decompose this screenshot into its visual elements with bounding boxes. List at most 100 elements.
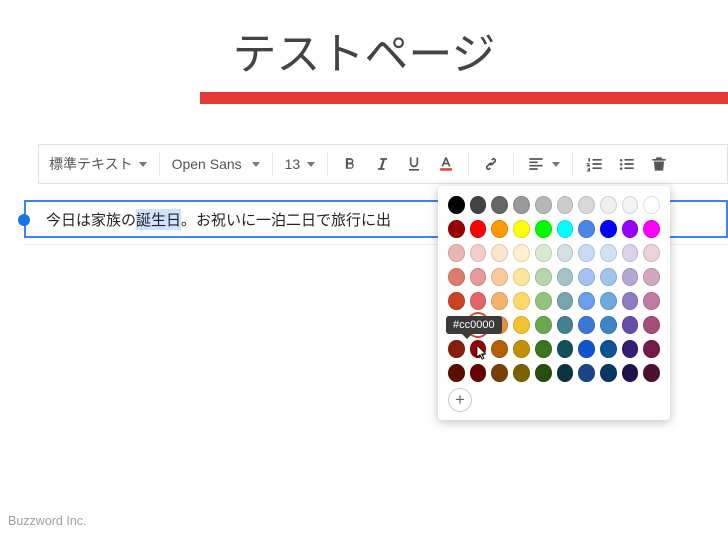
color-swatch[interactable]	[557, 292, 574, 310]
color-swatch[interactable]	[643, 220, 660, 238]
color-swatch[interactable]	[600, 292, 617, 310]
align-dropdown[interactable]	[520, 149, 566, 179]
color-swatch[interactable]	[513, 244, 530, 262]
color-swatch[interactable]	[491, 244, 508, 262]
numbered-list-button[interactable]	[579, 149, 611, 179]
color-swatch[interactable]	[557, 196, 574, 214]
color-swatch[interactable]	[470, 220, 487, 238]
color-swatch[interactable]	[643, 316, 660, 334]
color-swatch[interactable]	[622, 364, 639, 382]
color-swatch[interactable]	[470, 340, 487, 358]
color-tooltip: #cc0000	[446, 316, 502, 334]
color-swatch[interactable]	[448, 292, 465, 310]
color-swatch[interactable]	[535, 244, 552, 262]
color-swatch[interactable]	[578, 292, 595, 310]
color-swatch[interactable]	[491, 196, 508, 214]
style-dropdown[interactable]: 標準テキスト	[43, 149, 153, 179]
color-swatch[interactable]	[600, 244, 617, 262]
color-swatch[interactable]	[491, 220, 508, 238]
style-label: 標準テキスト	[49, 154, 133, 174]
bulleted-list-button[interactable]	[611, 149, 643, 179]
color-swatch[interactable]	[557, 316, 574, 334]
color-swatch[interactable]	[622, 268, 639, 286]
color-swatch[interactable]	[491, 364, 508, 382]
color-swatch[interactable]	[578, 220, 595, 238]
color-swatch[interactable]	[557, 268, 574, 286]
size-dropdown[interactable]: 13	[279, 149, 321, 179]
add-custom-color-button[interactable]: +	[448, 388, 472, 412]
plus-icon: +	[455, 390, 465, 410]
color-swatch[interactable]	[491, 268, 508, 286]
color-swatch[interactable]	[578, 316, 595, 334]
color-swatch[interactable]	[491, 292, 508, 310]
color-swatch[interactable]	[470, 244, 487, 262]
link-button[interactable]	[475, 149, 507, 179]
color-swatch[interactable]	[578, 244, 595, 262]
color-swatch[interactable]	[578, 268, 595, 286]
color-swatch[interactable]	[470, 364, 487, 382]
color-swatch[interactable]	[513, 364, 530, 382]
color-swatch[interactable]	[491, 340, 508, 358]
color-swatch[interactable]	[578, 196, 595, 214]
color-swatch[interactable]	[513, 220, 530, 238]
bulleted-list-icon	[617, 154, 637, 174]
color-swatch[interactable]	[557, 220, 574, 238]
color-swatch[interactable]	[622, 220, 639, 238]
color-swatch[interactable]	[535, 292, 552, 310]
color-swatch[interactable]	[448, 340, 465, 358]
color-swatch[interactable]	[622, 340, 639, 358]
color-swatch[interactable]	[643, 268, 660, 286]
color-swatch[interactable]	[535, 364, 552, 382]
color-swatch[interactable]	[643, 340, 660, 358]
color-swatch[interactable]	[643, 364, 660, 382]
color-swatch[interactable]	[600, 316, 617, 334]
color-swatch[interactable]	[470, 268, 487, 286]
color-swatch[interactable]	[535, 220, 552, 238]
color-swatch[interactable]	[535, 268, 552, 286]
color-swatch[interactable]	[622, 316, 639, 334]
color-swatch[interactable]	[622, 196, 639, 214]
color-swatch[interactable]	[578, 364, 595, 382]
color-swatch[interactable]	[557, 340, 574, 358]
color-swatch[interactable]	[578, 340, 595, 358]
color-swatch[interactable]	[622, 292, 639, 310]
color-swatch[interactable]	[600, 268, 617, 286]
color-swatch[interactable]	[600, 364, 617, 382]
font-dropdown[interactable]: Open Sans	[166, 149, 266, 179]
block-handle[interactable]	[18, 214, 30, 226]
underline-button[interactable]	[398, 149, 430, 179]
color-swatch[interactable]	[643, 196, 660, 214]
color-swatch[interactable]	[535, 340, 552, 358]
color-swatch[interactable]	[600, 220, 617, 238]
color-swatch[interactable]	[557, 244, 574, 262]
italic-button[interactable]	[366, 149, 398, 179]
text-before: 今日は家族の	[46, 209, 136, 230]
color-swatch[interactable]	[643, 244, 660, 262]
color-swatch[interactable]	[513, 268, 530, 286]
text-color-button[interactable]	[430, 149, 462, 179]
numbered-list-icon	[585, 154, 605, 174]
bold-button[interactable]	[334, 149, 366, 179]
color-swatch[interactable]	[448, 364, 465, 382]
color-swatch[interactable]	[448, 196, 465, 214]
color-swatch[interactable]	[535, 316, 552, 334]
color-swatch[interactable]	[513, 196, 530, 214]
color-swatch[interactable]	[557, 364, 574, 382]
color-swatch[interactable]	[513, 340, 530, 358]
color-swatch[interactable]	[470, 292, 487, 310]
chevron-down-icon	[552, 162, 560, 167]
color-swatch[interactable]	[448, 220, 465, 238]
color-swatch[interactable]	[600, 340, 617, 358]
color-swatch[interactable]	[513, 316, 530, 334]
color-swatch[interactable]	[535, 196, 552, 214]
color-swatch[interactable]	[470, 196, 487, 214]
delete-button[interactable]	[643, 149, 675, 179]
color-swatch[interactable]	[513, 292, 530, 310]
color-swatch[interactable]	[622, 244, 639, 262]
color-swatch[interactable]	[448, 268, 465, 286]
page-title: テストページ	[232, 0, 495, 92]
color-swatch[interactable]	[448, 244, 465, 262]
text-color-icon	[436, 154, 456, 174]
color-swatch[interactable]	[643, 292, 660, 310]
color-swatch[interactable]	[600, 196, 617, 214]
